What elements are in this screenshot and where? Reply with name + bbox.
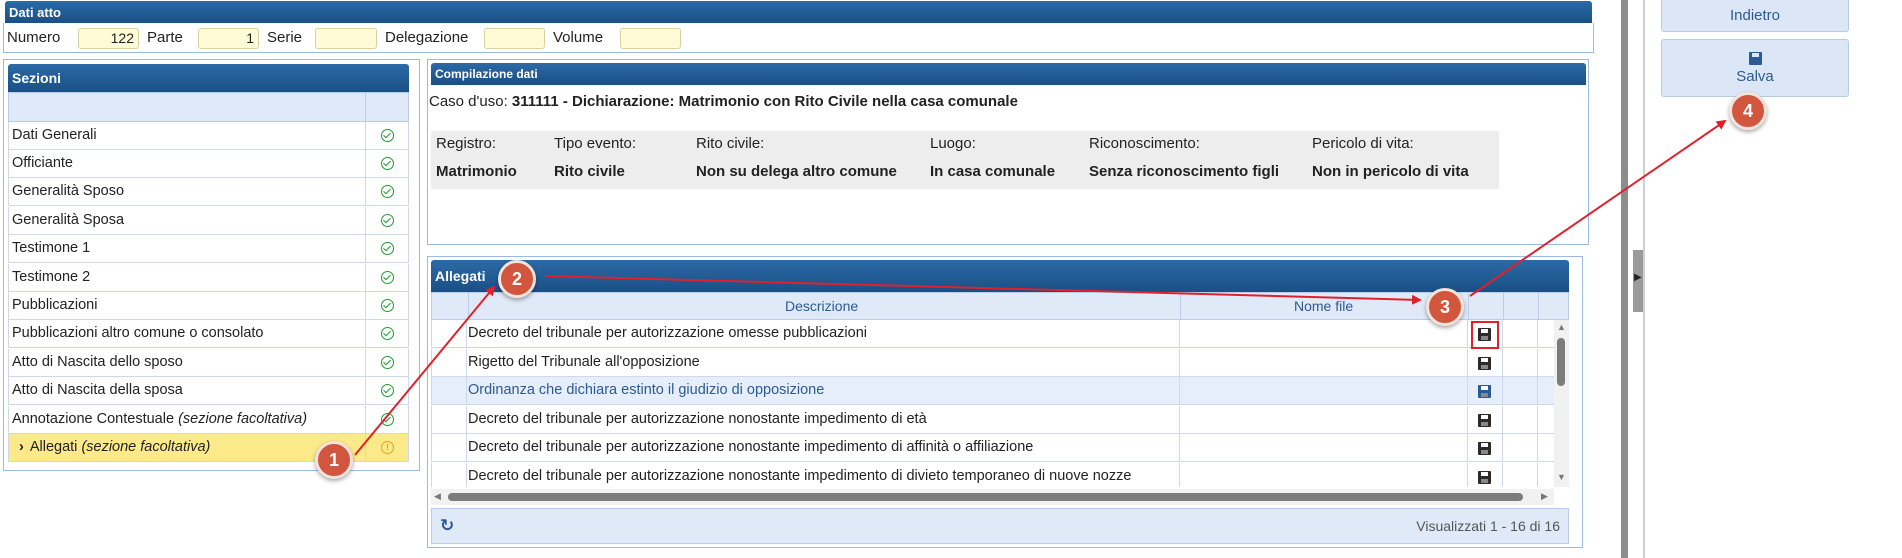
step-number: 1: [328, 450, 339, 470]
step-number: 3: [1439, 297, 1450, 317]
arrow-3-to-4: [1469, 119, 1727, 297]
step-badge-2: 2: [498, 260, 536, 298]
annotation-arrows: [354, 119, 1727, 456]
arrow-2-to-3: [544, 275, 1422, 305]
step-number: 2: [511, 269, 522, 289]
arrow-1-to-2: [354, 285, 496, 456]
step-badge-1: 1: [315, 441, 353, 479]
step-number: 4: [1742, 101, 1753, 121]
step-badge-3: 3: [1426, 288, 1464, 326]
step-badge-4: 4: [1729, 92, 1767, 130]
